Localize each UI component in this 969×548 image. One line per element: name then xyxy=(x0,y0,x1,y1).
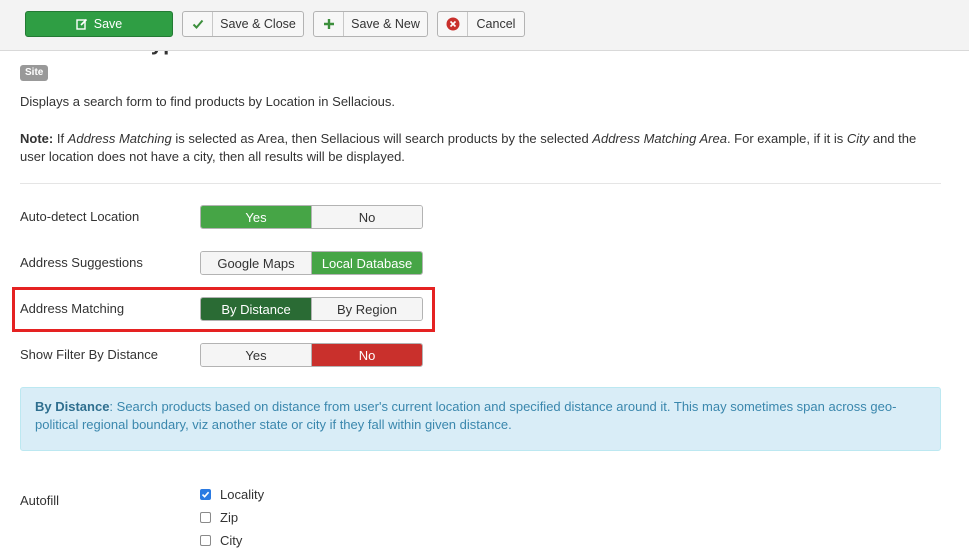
auto-detect-no[interactable]: No xyxy=(311,206,422,228)
auto-detect-yes[interactable]: Yes xyxy=(201,206,311,228)
divider xyxy=(20,183,941,184)
filter-distance-yes[interactable]: Yes xyxy=(201,344,311,366)
filter-distance-toggle: Yes No xyxy=(200,343,423,367)
save-label: Save xyxy=(93,17,123,31)
suggestions-google-maps[interactable]: Google Maps xyxy=(201,252,311,274)
note-text-3: . For example, if it is xyxy=(726,131,847,146)
auto-detect-label: Auto-detect Location xyxy=(20,209,140,224)
autofill-option-zip[interactable]: Zip xyxy=(200,510,238,525)
cancel-button[interactable]: Cancel xyxy=(437,11,525,37)
checkbox-locality[interactable] xyxy=(200,489,211,500)
save-new-label: Save & New xyxy=(351,17,420,31)
note-italic-2: Address Matching Area xyxy=(592,131,727,146)
edit-icon xyxy=(76,12,88,36)
autofill-label: Autofill xyxy=(20,493,60,508)
info-text: : Search products based on distance from… xyxy=(35,399,897,432)
auto-detect-toggle: Yes No xyxy=(200,205,423,229)
autofill-locality-label: Locality xyxy=(220,487,265,502)
info-alert: By Distance: Search products based on di… xyxy=(20,387,941,451)
checkbox-city[interactable] xyxy=(200,535,211,546)
address-suggestions-label: Address Suggestions xyxy=(20,255,143,270)
note-text-1: If xyxy=(53,131,68,146)
cancel-label: Cancel xyxy=(476,17,516,31)
matching-by-region[interactable]: By Region xyxy=(311,298,422,320)
module-description: Displays a search form to find products … xyxy=(20,94,396,109)
address-suggestions-toggle: Google Maps Local Database xyxy=(200,251,423,275)
save-close-label: Save & Close xyxy=(220,17,296,31)
info-term: By Distance xyxy=(35,399,110,414)
checkmark-icon xyxy=(201,491,210,498)
note-label: Note: xyxy=(20,131,54,146)
address-matching-toggle: By Distance By Region xyxy=(200,297,423,321)
matching-by-distance[interactable]: By Distance xyxy=(201,298,311,320)
module-note: Note: If Address Matching is selected as… xyxy=(20,130,940,166)
filter-distance-label: Show Filter By Distance xyxy=(20,347,158,362)
note-text-2: is selected as Area, then Sellacious wil… xyxy=(171,131,593,146)
save-new-button[interactable]: Save & New xyxy=(313,11,428,37)
site-badge: Site xyxy=(20,65,49,81)
cancel-icon xyxy=(438,12,468,36)
note-italic-3: City xyxy=(846,131,870,146)
plus-icon xyxy=(314,12,344,36)
checkbox-zip[interactable] xyxy=(200,512,211,523)
save-close-button[interactable]: Save & Close xyxy=(182,11,304,37)
save-button[interactable]: Save xyxy=(25,11,173,37)
autofill-option-locality[interactable]: Locality xyxy=(200,487,264,502)
address-matching-label: Address Matching xyxy=(20,301,125,316)
note-italic-1: Address Matching xyxy=(67,131,172,146)
suggestions-local-database[interactable]: Local Database xyxy=(311,252,422,274)
toolbar: Save Save & Close Save & New Cancel xyxy=(0,0,969,51)
autofill-zip-label: Zip xyxy=(220,510,239,525)
filter-distance-no[interactable]: No xyxy=(311,344,422,366)
check-icon xyxy=(183,12,213,36)
